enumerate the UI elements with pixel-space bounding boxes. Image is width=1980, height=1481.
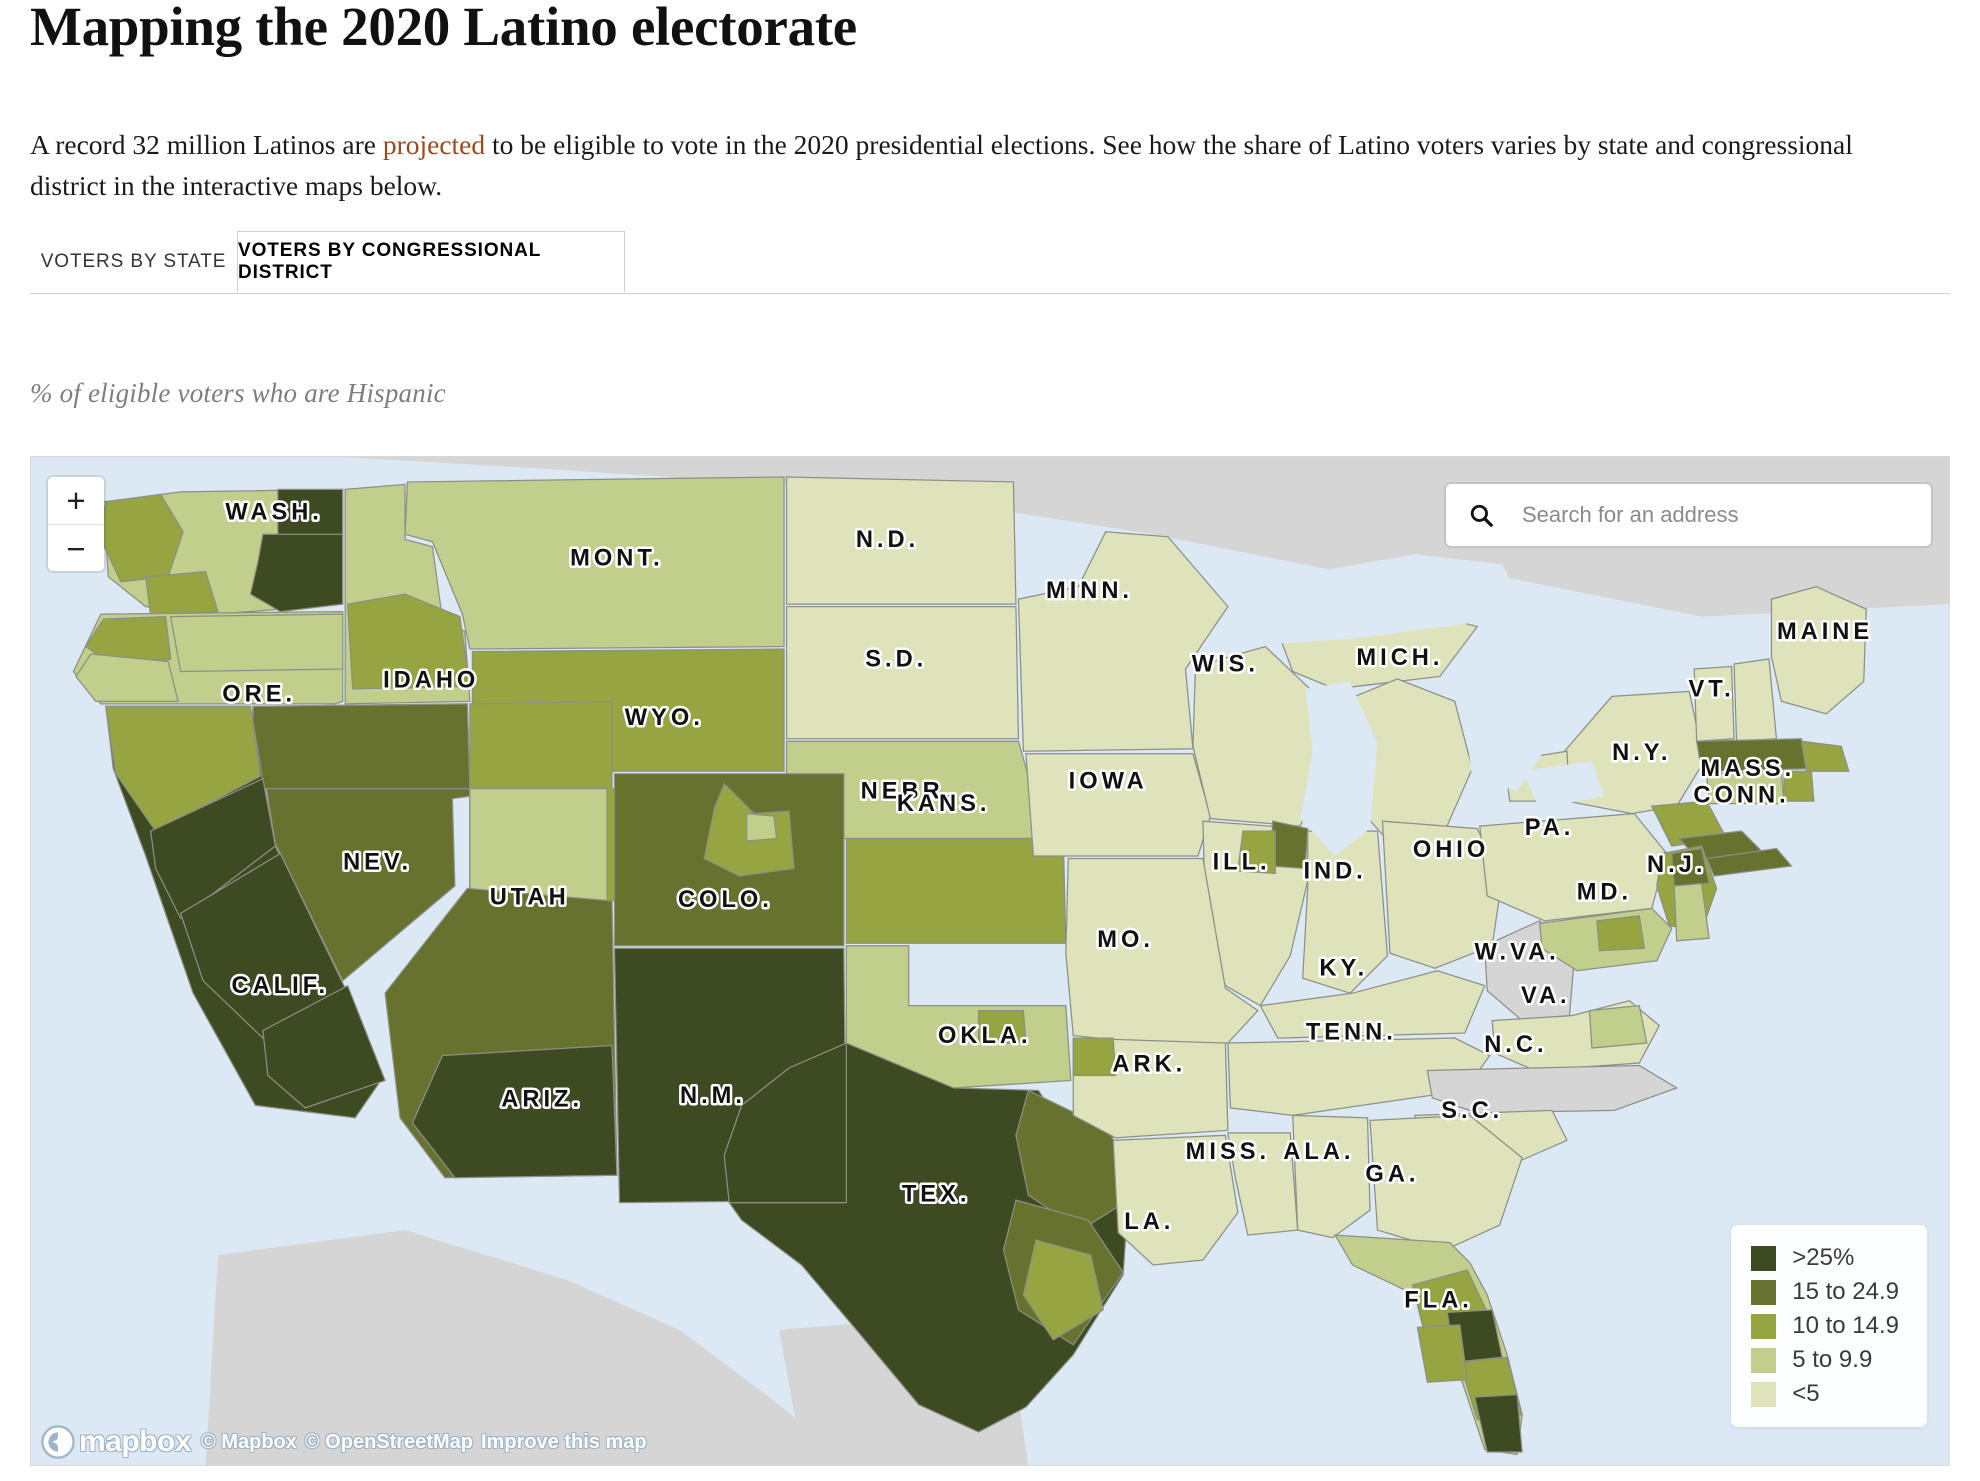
state-oregon[interactable] (72, 610, 344, 705)
state-label-nm: N.M. (680, 1083, 746, 1109)
state-label-ark: ARK. (1112, 1052, 1186, 1078)
map-legend: >25% 15 to 24.9 10 to 14.9 5 to 9.9 <5 (1731, 1225, 1927, 1427)
state-label-conn: CONN. (1693, 782, 1789, 808)
state-label-ariz: ARIZ. (501, 1087, 583, 1113)
state-new-hampshire[interactable] (1733, 658, 1778, 742)
state-south-dakota[interactable] (785, 606, 1020, 740)
state-label-wis: WIS. (1192, 651, 1259, 677)
chart-subtitle: % of eligible voters who are Hispanic (30, 378, 446, 408)
zoom-out-button[interactable]: − (48, 524, 104, 571)
state-label-ore: ORE. (222, 681, 296, 707)
state-label-ind: IND. (1303, 858, 1366, 884)
state-colorado[interactable] (613, 773, 845, 947)
state-label-colo: COLO. (678, 887, 773, 913)
dek-text-1: A record 32 million Latinos are (30, 128, 383, 160)
legend-item: >25% (1751, 1241, 1899, 1275)
state-label-vt: VT. (1689, 676, 1735, 702)
legend-item: 10 to 14.9 (1751, 1309, 1899, 1343)
legend-label-15-24: 15 to 24.9 (1792, 1278, 1899, 1305)
state-label-mont: MONT. (570, 545, 664, 571)
state-label-la: LA. (1124, 1209, 1174, 1235)
state-label-miss: MISS. (1186, 1139, 1270, 1165)
address-search-box[interactable] (1446, 484, 1931, 546)
state-label-nd: N.D. (856, 527, 919, 553)
state-label-ill: ILL. (1213, 850, 1271, 876)
state-label-nev: NEV. (343, 850, 412, 876)
article-dek: A record 32 million Latinos are projecte… (30, 124, 1920, 207)
state-label-mich: MICH. (1356, 645, 1443, 671)
search-icon (1468, 502, 1494, 528)
state-alabama[interactable] (1292, 1114, 1371, 1239)
legend-swatch-gt25 (1751, 1245, 1777, 1271)
state-label-ala: ALA. (1283, 1139, 1354, 1165)
improve-this-map-link[interactable]: Improve this map (481, 1431, 647, 1454)
state-label-kans: KANS. (897, 791, 991, 817)
legend-swatch-15-24 (1751, 1279, 1777, 1305)
state-label-maine: MAINE (1777, 619, 1873, 645)
mapbox-wordmark: mapbox (79, 1425, 192, 1458)
state-label-fla: FLA. (1404, 1287, 1473, 1313)
state-label-iowa: IOWA (1069, 769, 1148, 795)
state-label-ga: GA. (1365, 1161, 1419, 1187)
zoom-controls: + − (48, 477, 104, 571)
map-attribution: mapbox © Mapbox © OpenStreetMap Improve … (41, 1425, 647, 1459)
state-label-wash: WASH. (225, 499, 323, 525)
mapbox-logo[interactable]: mapbox (41, 1425, 192, 1459)
state-label-tex: TEX. (902, 1181, 971, 1207)
legend-swatch-5-9 (1751, 1347, 1777, 1373)
legend-item: 15 to 24.9 (1751, 1275, 1899, 1309)
view-tabs: VOTERS BY STATE VOTERS BY CONGRESSIONAL … (30, 231, 1950, 294)
state-label-ky: KY. (1319, 956, 1368, 982)
openstreetmap-copyright-link[interactable]: © OpenStreetMap (305, 1431, 473, 1454)
legend-item: 5 to 9.9 (1751, 1343, 1899, 1377)
legend-label-lt5: <5 (1792, 1380, 1820, 1407)
map-container[interactable]: WASH. ORE. IDAHO MONT. N.D. S.D. WYO. NE… (30, 456, 1950, 1466)
projected-link[interactable]: projected (383, 129, 485, 160)
choropleth-map[interactable]: WASH. ORE. IDAHO MONT. N.D. S.D. WYO. NE… (31, 457, 1950, 1466)
state-label-md: MD. (1577, 880, 1632, 906)
state-label-minn: MINN. (1046, 578, 1133, 604)
mapbox-logo-icon (41, 1425, 75, 1459)
state-label-ny: N.Y. (1612, 740, 1671, 766)
mapbox-copyright-link[interactable]: © Mapbox (201, 1431, 297, 1454)
article-page: Mapping the 2020 Latino electorate A rec… (0, 0, 1980, 1481)
state-label-calif: CALIF. (232, 973, 330, 999)
zoom-in-button[interactable]: + (48, 477, 104, 524)
state-label-nj: N.J. (1647, 852, 1706, 878)
state-label-wva: W.VA. (1474, 940, 1559, 966)
state-label-mass: MASS. (1700, 756, 1795, 782)
state-label-ohio: OHIO (1413, 837, 1489, 863)
state-label-idaho: IDAHO (383, 668, 479, 694)
state-label-va: VA. (1521, 983, 1571, 1009)
state-label-utah: UTAH (490, 885, 570, 911)
state-label-mo: MO. (1097, 927, 1154, 953)
attribution-links: © Mapbox © OpenStreetMap Improve this ma… (201, 1431, 647, 1454)
state-label-sc: S.C. (1441, 1098, 1503, 1124)
tab-voters-by-state[interactable]: VOTERS BY STATE (30, 231, 237, 293)
state-label-nc: N.C. (1484, 1032, 1547, 1058)
legend-label-gt25: >25% (1792, 1244, 1855, 1271)
legend-item: <5 (1751, 1377, 1899, 1411)
legend-label-5-9: 5 to 9.9 (1792, 1346, 1873, 1373)
state-label-pa: PA. (1525, 815, 1575, 841)
legend-swatch-lt5 (1751, 1381, 1777, 1407)
legend-swatch-10-14 (1751, 1313, 1777, 1339)
state-label-okla: OKLA. (938, 1023, 1032, 1049)
tab-voters-by-congressional-district[interactable]: VOTERS BY CONGRESSIONAL DISTRICT (237, 231, 625, 293)
page-title: Mapping the 2020 Latino electorate (30, 0, 857, 57)
state-label-tenn: TENN. (1306, 1019, 1397, 1045)
state-label-sd: S.D. (865, 646, 927, 672)
search-input[interactable] (1520, 501, 1900, 529)
state-label-wyo: WYO. (625, 705, 704, 731)
legend-label-10-14: 10 to 14.9 (1792, 1312, 1899, 1339)
